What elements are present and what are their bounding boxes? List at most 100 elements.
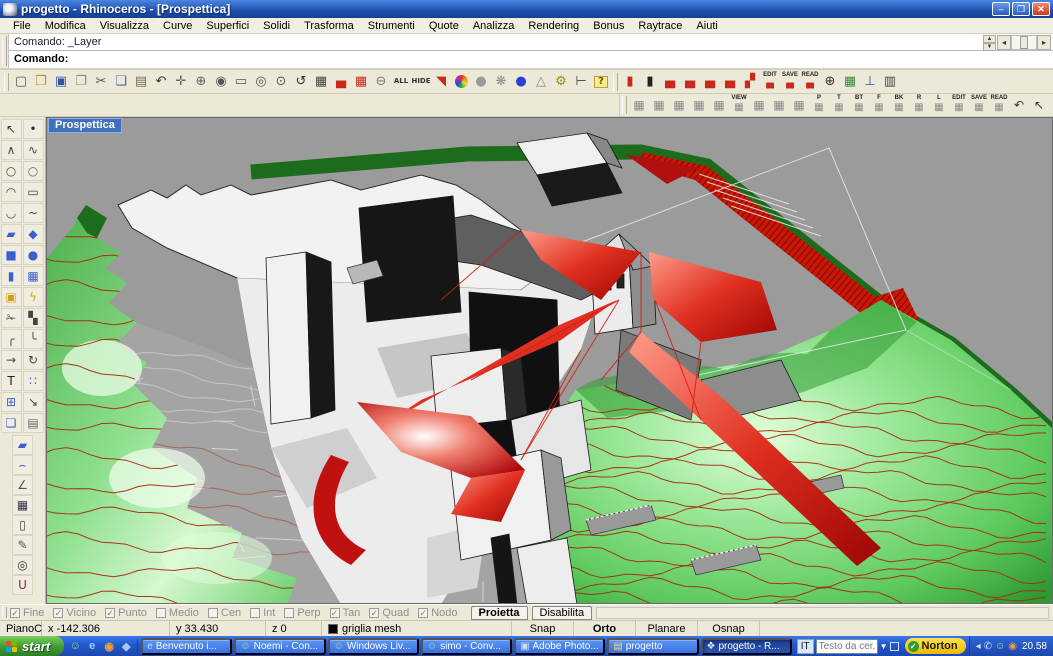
menu-bonus[interactable]: Bonus (586, 19, 631, 33)
export-button[interactable]: ❐ (71, 72, 91, 92)
start-button[interactable]: start (0, 636, 64, 656)
save-file-button[interactable]: ▣ (51, 72, 71, 92)
car-render-4-button[interactable]: ▄ (720, 72, 740, 92)
mesh-l-button[interactable]: L▦ (929, 95, 949, 115)
move-button[interactable]: ↘ (23, 392, 44, 412)
mesh-solid-button[interactable]: ▦ (23, 266, 44, 286)
menu-superfici[interactable]: Superfici (199, 19, 256, 33)
rotate-view-button[interactable]: ⊕ (191, 72, 211, 92)
cut-button[interactable]: ✂ (91, 72, 111, 92)
copy-button[interactable]: ❏ (111, 72, 131, 92)
osnap-toggle[interactable]: Osnap (698, 621, 760, 636)
menu-solidi[interactable]: Solidi (256, 19, 297, 33)
car-render-5-button[interactable]: ▞ (740, 72, 760, 92)
mesh-bk-button[interactable]: BK▦ (889, 95, 909, 115)
hide-button[interactable]: HIDE (411, 72, 431, 92)
tray-connection[interactable]: ✆ (984, 641, 992, 652)
command-scrollbar[interactable]: ▲▼ ◂ ▸ (983, 35, 1051, 50)
layers-button[interactable]: ▣ (1, 287, 22, 307)
dimension-tool-button[interactable]: ⊢ (571, 72, 591, 92)
tray-messenger[interactable]: ☺ (995, 641, 1005, 652)
box-solid-button[interactable]: ■ (1, 245, 22, 265)
scroll-left-button[interactable]: ◂ (997, 35, 1011, 50)
quicklaunch-internet-explorer[interactable]: e (85, 639, 99, 653)
task-simo[interactable]: ☺simo - Conv... (421, 638, 512, 655)
scroll-thumb[interactable] (1020, 36, 1028, 49)
origin-target-button[interactable]: ◎ (12, 555, 33, 575)
mesh-tool-4-button[interactable]: ▦ (769, 95, 789, 115)
new-file-button[interactable]: ▢ (11, 72, 31, 92)
scroll-track[interactable] (1011, 35, 1037, 50)
osnap-fine[interactable]: Fine (10, 607, 44, 619)
osnap-tan[interactable]: Tan (330, 607, 361, 619)
quicklaunch-browser[interactable]: ◆ (119, 639, 133, 653)
task-adobe-photoshop[interactable]: ▣Adobe Photo... (514, 638, 605, 655)
read-render-settings-button[interactable]: READ▄ (800, 72, 820, 92)
single-point-button[interactable]: • (23, 119, 44, 139)
toolbar-grip[interactable] (613, 73, 618, 91)
panes-button[interactable]: ▥ (880, 72, 900, 92)
osnap-vicino[interactable]: Vicino (53, 607, 96, 619)
rendered-viewport-button[interactable]: ● (511, 72, 531, 92)
mesh-tool-1-button[interactable]: ▦ (629, 95, 649, 115)
render-preview-button[interactable]: ▦ (351, 72, 371, 92)
restore-button[interactable]: ❐ (1012, 2, 1030, 16)
color-wheel-button[interactable] (451, 72, 471, 92)
trim-button[interactable]: ✁ (1, 308, 22, 328)
fillet-surface-button[interactable]: ╭ (1, 329, 22, 349)
mesh-t-button[interactable]: T▦ (829, 95, 849, 115)
edit-render-settings-button[interactable]: EDIT▄ (760, 72, 780, 92)
explode-button[interactable]: ϟ (23, 287, 44, 307)
rebuild-button[interactable]: ↻ (23, 350, 44, 370)
extend-button[interactable]: → (1, 350, 22, 370)
mesh-object-button[interactable]: ▦ (12, 495, 33, 515)
mesh-save-button[interactable]: SAVE▦ (969, 95, 989, 115)
orto-toggle[interactable]: Orto (574, 621, 636, 636)
toolbar-grip[interactable] (4, 73, 9, 91)
command-prompt-input[interactable]: Comando: (0, 51, 1053, 68)
osnap-nodo[interactable]: Nodo (418, 607, 457, 619)
osnap-quad[interactable]: Quad (369, 607, 409, 619)
planare-toggle[interactable]: Planare (636, 621, 698, 636)
chevron-down-icon[interactable]: ▼ (880, 642, 888, 651)
menu-trasforma[interactable]: Trasforma (297, 19, 361, 33)
proietta-button[interactable]: Proietta (471, 606, 528, 620)
osnap-punto[interactable]: Punto (105, 607, 147, 619)
render-region-button[interactable]: ⊖ (371, 72, 391, 92)
tray-updates[interactable]: ◉ (1008, 641, 1017, 652)
task-progetto-rhino[interactable]: ❖progetto - R... (701, 638, 792, 655)
osnap-medio[interactable]: Medio (156, 607, 199, 619)
mesh-tool-drop-button[interactable]: ▦ (689, 95, 709, 115)
ellipse-button[interactable]: ○ (23, 161, 44, 181)
task-progetto-folder[interactable]: ▤progetto (607, 638, 698, 655)
car-render-3-button[interactable]: ▄ (700, 72, 720, 92)
freehand-sketch-button[interactable]: ✎ (12, 535, 33, 555)
osnap-perp[interactable]: Perp (284, 607, 320, 619)
unroll-surface-button[interactable]: U (12, 575, 33, 595)
menu-strumenti[interactable]: Strumenti (361, 19, 422, 33)
osnap-cen[interactable]: Cen (208, 607, 241, 619)
extract-face-button[interactable]: ▯ (12, 515, 33, 535)
mesh-read-button[interactable]: READ▦ (989, 95, 1009, 115)
options-gears-button[interactable]: ⚙ (551, 72, 571, 92)
conic-button[interactable]: ◡ (1, 203, 22, 223)
cylinder-solid-button[interactable]: ▮ (1, 266, 22, 286)
scroll-right-button[interactable]: ▸ (1037, 35, 1051, 50)
zoom-extents-button[interactable]: ⊙ (271, 72, 291, 92)
menu-raytrace[interactable]: Raytrace (631, 19, 689, 33)
green-grid-button[interactable]: ▦ (840, 72, 860, 92)
layer-wedge-button[interactable]: ◥ (431, 72, 451, 92)
search-go-button[interactable] (890, 642, 899, 651)
norton-badge[interactable]: ✓ Norton (905, 638, 966, 654)
toolbar-grip[interactable] (622, 96, 627, 114)
save-render-settings-button[interactable]: SAVE▄ (780, 72, 800, 92)
menu-modifica[interactable]: Modifica (38, 19, 93, 33)
mesh-f-button[interactable]: F▦ (869, 95, 889, 115)
perspective-viewport[interactable]: Prospettica (46, 117, 1053, 604)
crosshair-button[interactable]: ⊕ (820, 72, 840, 92)
black-material-button[interactable]: ▮ (640, 72, 660, 92)
point-cloud-button[interactable]: ∷ (23, 371, 44, 391)
car-render-1-button[interactable]: ▄ (660, 72, 680, 92)
sphere-solid-button[interactable]: ● (23, 245, 44, 265)
mesh-p-button[interactable]: P▦ (809, 95, 829, 115)
